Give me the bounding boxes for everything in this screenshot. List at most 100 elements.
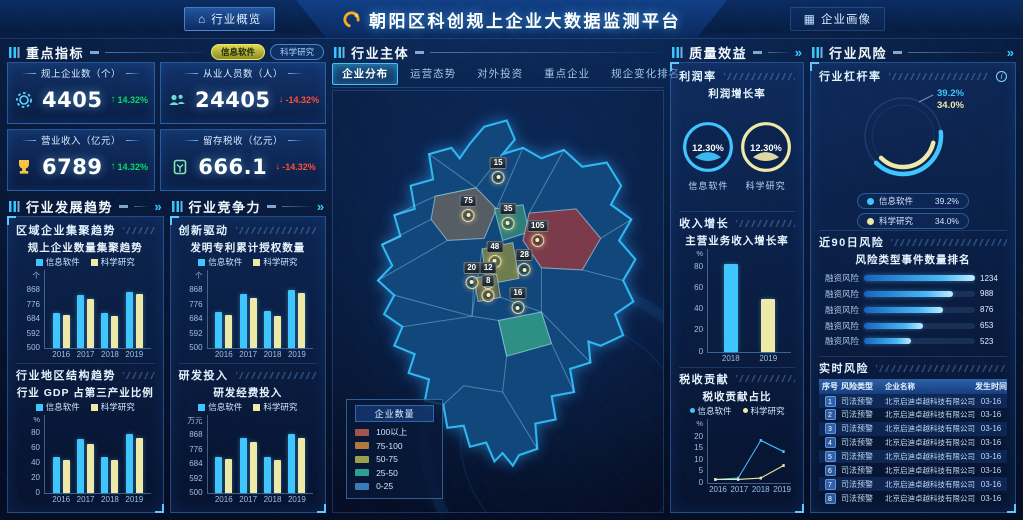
- table-row[interactable]: 5司法预警北京启迪卓越科技有限公司03-16: [819, 450, 1007, 464]
- indicator-change: ↓-14.32%: [279, 94, 320, 105]
- pill-info-software[interactable]: 信息软件: [211, 44, 265, 60]
- title-line: [105, 52, 205, 53]
- patents-bar-chart: 发明专利累计授权数量信息软件科学研究个868776684592500201620…: [179, 238, 318, 360]
- bar: [250, 298, 257, 348]
- legend-item: 科学研究: [91, 256, 135, 268]
- expand-icon[interactable]: »: [317, 199, 324, 214]
- key-indicators-panel: 重点指标 信息软件 科学研究 规上企业数（个）4405↑14.32%从业人员数（…: [7, 42, 326, 191]
- legend-item: 科学研究: [91, 401, 135, 413]
- leverage-gauge: 39.2%34.0%信息软件39.2%科学研究34.0%: [819, 84, 1007, 227]
- info-icon[interactable]: i: [996, 71, 1007, 82]
- map-marker[interactable]: 8: [482, 275, 495, 302]
- map-marker[interactable]: 28: [516, 249, 533, 276]
- section-innovation: 创新驱动 发明专利累计授权数量信息软件科学研究个8687766845925002…: [179, 222, 318, 360]
- table-row[interactable]: 8司法预警北京启迪卓越科技有限公司03-16: [819, 491, 1007, 505]
- panel-bars-icon: [812, 47, 823, 58]
- marker-count: 12: [480, 262, 497, 274]
- map-legend-item: 75-100: [355, 439, 434, 453]
- section-subtitle: 税收贡献: [679, 371, 729, 387]
- bar: [111, 316, 118, 348]
- map-marker[interactable]: 20: [463, 262, 480, 289]
- legend-item: 信息软件: [690, 405, 732, 417]
- bar: [264, 311, 271, 348]
- tab-运营态势[interactable]: 运营态势: [401, 64, 465, 84]
- tax-icon: [170, 157, 190, 177]
- nav-enterprise-profile[interactable]: ▦ 企业画像: [790, 7, 885, 31]
- section-rnd: 研发投入 研发经费投入信息软件科学研究万元8687766845925002016…: [179, 363, 318, 505]
- industry-entities-panel: 行业主体 企业分布运营态势对外投资重点企业规企变化排名: [332, 42, 664, 513]
- marker-count: 105: [527, 220, 548, 232]
- district-map[interactable]: 15753510548282012816 企业数量 100以上75-10050-…: [332, 90, 664, 513]
- key-indicators-header: 重点指标 信息软件 科学研究: [7, 42, 326, 62]
- table-row[interactable]: 2司法预警北京启迪卓越科技有限公司03-16: [819, 408, 1007, 422]
- location-pin-icon: [492, 171, 505, 184]
- table-row[interactable]: 7司法预警北京启迪卓越科技有限公司03-16: [819, 477, 1007, 491]
- map-legend-items: 100以上75-10050-7525-500-25: [355, 426, 434, 494]
- chart-title: 研发经费投入: [179, 385, 318, 400]
- bar: [63, 460, 70, 493]
- nav-industry-overview[interactable]: ⌂ 行业概览: [184, 7, 275, 31]
- map-marker[interactable]: 15: [490, 157, 507, 184]
- bar-chart-icon: ▦: [804, 12, 816, 26]
- marker-count: 8: [482, 275, 494, 287]
- expand-icon[interactable]: »: [1007, 45, 1014, 60]
- table-row[interactable]: 4司法预警北京启迪卓越科技有限公司03-16: [819, 436, 1007, 450]
- realtime-risk-table: 序号风险类型企业名称发生时间1司法预警北京启迪卓越科技有限公司03-162司法预…: [819, 379, 1007, 505]
- tab-重点企业[interactable]: 重点企业: [535, 64, 599, 84]
- bar: [77, 295, 84, 348]
- gauge-label: 科学研究: [746, 179, 786, 192]
- nav-enterprise-profile-label: 企业画像: [821, 11, 871, 27]
- title-dash: [90, 51, 99, 54]
- platform-logo-icon: [342, 10, 361, 29]
- table-row[interactable]: 6司法预警北京启迪卓越科技有限公司03-16: [819, 463, 1007, 477]
- bar: [215, 457, 222, 493]
- bar: [264, 457, 271, 493]
- map-legend: 企业数量 100以上75-10050-7525-500-25: [346, 399, 443, 500]
- panel-bars-icon: [9, 201, 20, 212]
- location-pin-icon: [462, 209, 475, 222]
- map-legend-item: 100以上: [355, 426, 434, 440]
- indicator-value: 4405: [42, 88, 102, 112]
- tab-企业分布[interactable]: 企业分布: [332, 63, 398, 85]
- bar: [136, 438, 143, 493]
- map-marker[interactable]: 75: [460, 195, 477, 222]
- risk-rank-row: 融资风险876: [821, 304, 1005, 316]
- map-legend-title: 企业数量: [355, 405, 434, 422]
- section-subtitle: 创新驱动: [179, 222, 229, 238]
- location-pin-icon: [501, 217, 514, 230]
- pill-science-research[interactable]: 科学研究: [270, 44, 324, 60]
- legend-item: 科学研究: [253, 401, 297, 413]
- risk-rank-row: 融资风险1234: [821, 272, 1005, 284]
- expand-icon[interactable]: »: [154, 199, 161, 214]
- location-pin-icon: [518, 263, 531, 276]
- table-row[interactable]: 1司法预警北京启迪卓越科技有限公司03-16: [819, 394, 1007, 408]
- leverage-legend-item: 科学研究34.0%: [857, 213, 969, 229]
- map-marker[interactable]: 105: [527, 220, 548, 247]
- legend-item: 信息软件: [36, 401, 80, 413]
- map-marker[interactable]: 35: [500, 203, 517, 230]
- indicator-title: 营业收入（亿元）: [41, 133, 121, 147]
- table-row[interactable]: 3司法预警北京启迪卓越科技有限公司03-16: [819, 422, 1007, 436]
- bar: [274, 460, 281, 493]
- bar: [126, 292, 133, 348]
- chart-title: 规上企业数量集聚趋势: [16, 240, 155, 255]
- bar: [53, 457, 60, 493]
- indicator-title: 留存税收（亿元）: [203, 133, 283, 147]
- section-subtitle: 利润率: [679, 68, 717, 84]
- section-recent-risk: 近90日风险 风险类型事件数量排名融资风险1234融资风险988融资风险876融…: [819, 230, 1007, 353]
- expand-icon[interactable]: »: [795, 45, 802, 60]
- legend-item: 信息软件: [198, 401, 242, 413]
- section-income-growth: 收入增长 主营业务收入增长率%80604020020182019: [679, 211, 795, 363]
- tab-对外投资[interactable]: 对外投资: [468, 64, 532, 84]
- bar: [101, 457, 108, 493]
- section-profit-rate: 利润率 利润增长率 12.30%信息软件12.30%科学研究: [679, 68, 795, 208]
- bar: [63, 315, 70, 348]
- map-marker[interactable]: 16: [509, 287, 526, 314]
- risk-rank-row: 融资风险653: [821, 320, 1005, 332]
- panel-title: 行业风险: [829, 43, 887, 62]
- bar: [126, 434, 133, 493]
- indicator-value: 6789: [42, 155, 102, 179]
- location-pin-icon: [482, 289, 495, 302]
- indicator-change: ↓-14.32%: [275, 161, 316, 172]
- risk-rank-row: 融资风险523: [821, 335, 1005, 347]
